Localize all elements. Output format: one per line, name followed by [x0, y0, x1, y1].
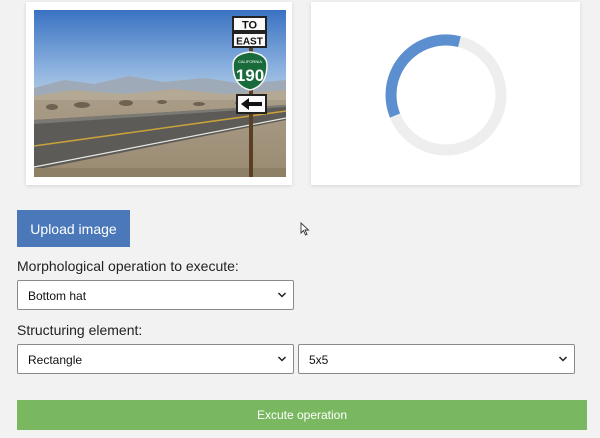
mouse-pointer-icon: [300, 222, 310, 236]
chevron-down-icon: [558, 356, 568, 362]
chevron-down-icon: [277, 292, 287, 298]
structuring-size-value: 5x5: [309, 353, 329, 367]
result-image-card: [311, 2, 580, 185]
input-image-card: TO EAST CALIFORNIA 190: [26, 2, 292, 185]
structuring-shape-select[interactable]: Rectangle: [17, 344, 294, 374]
spinner-progress-arc: [385, 34, 507, 156]
upload-image-button[interactable]: Upload image: [17, 210, 130, 247]
structuring-element-label: Structuring element:: [17, 322, 143, 338]
loading-spinner: [376, 25, 516, 170]
structuring-shape-value: Rectangle: [28, 353, 83, 367]
chevron-down-icon: [277, 356, 287, 362]
operation-select-value: Bottom hat: [28, 289, 87, 303]
structuring-size-select[interactable]: 5x5: [298, 344, 575, 374]
sign-to-text: TO: [242, 20, 258, 32]
execute-operation-button[interactable]: Excute operation: [17, 400, 587, 430]
shield-state-text: CALIFORNIA: [238, 59, 262, 64]
operation-select[interactable]: Bottom hat: [17, 280, 294, 310]
sign-east-text: EAST: [236, 37, 263, 48]
page: TO EAST CALIFORNIA 190 Upload image Morp…: [0, 0, 600, 438]
shield-number-text: 190: [236, 66, 264, 85]
operation-label: Morphological operation to execute:: [17, 258, 239, 274]
input-image: TO EAST CALIFORNIA 190: [34, 10, 286, 177]
